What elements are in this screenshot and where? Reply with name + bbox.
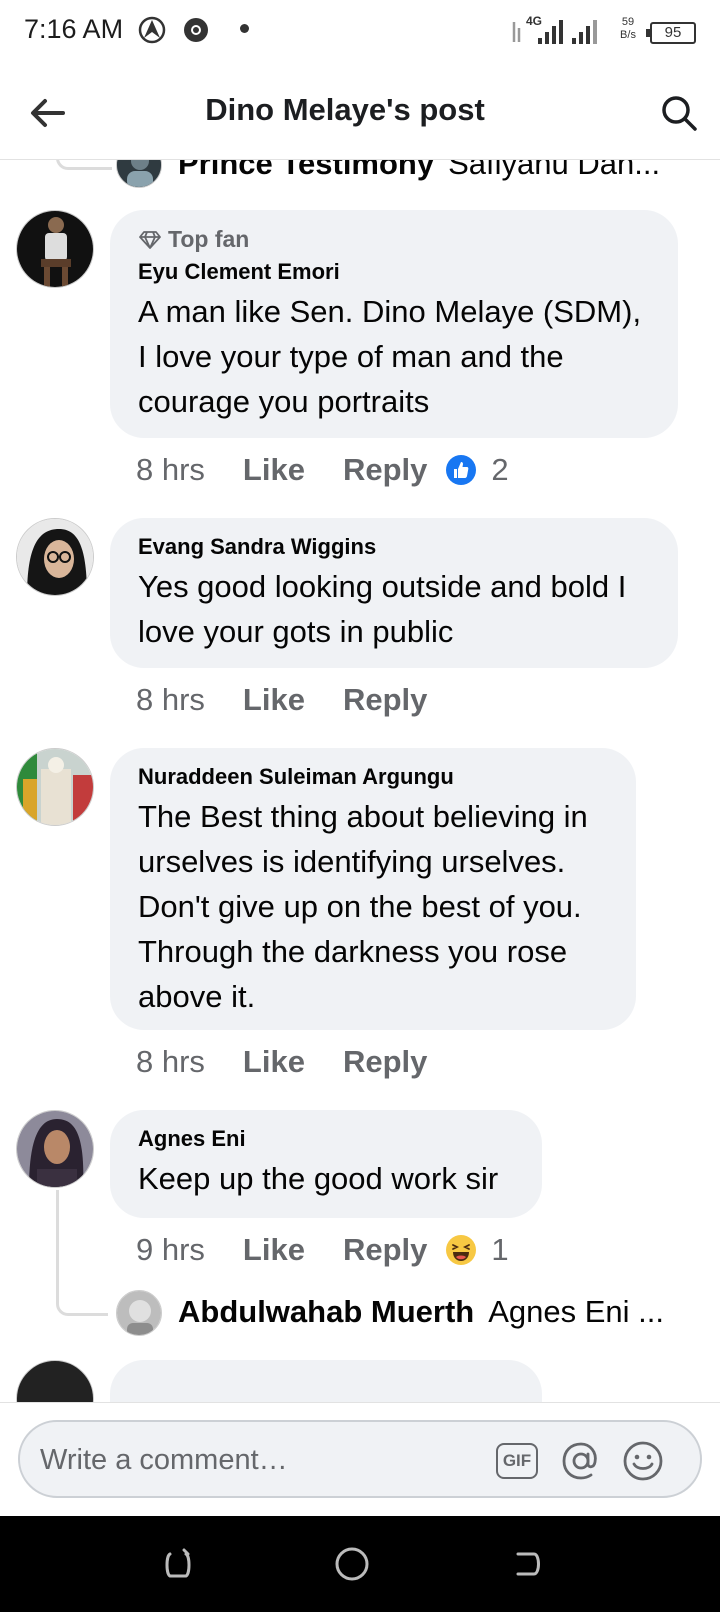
reply-preview[interactable]: Prince Testimony Safiyanu Dan... [178, 160, 660, 182]
comment-author[interactable]: Nuraddeen Suleiman Argungu [138, 764, 608, 790]
comment-text: Keep up the good work sir [138, 1161, 499, 1196]
emoji-button[interactable] [620, 1438, 666, 1484]
page-title: Dino Melaye's post [205, 92, 485, 127]
search-icon [662, 96, 697, 131]
thread-connector [56, 1190, 108, 1316]
comment-actions: 8 hrs Like Reply [136, 1044, 445, 1080]
comment-bubble[interactable]: Evang Sandra Wiggins Yes good looking ou… [110, 518, 678, 668]
top-app-bar: Dino Melaye's post [0, 66, 720, 160]
comment-placeholder: Write a comment… [40, 1444, 288, 1476]
comment-actions: 9 hrs Like Reply 1 [136, 1232, 509, 1268]
chrome-icon [182, 16, 210, 49]
comment-actions: 8 hrs Like Reply [136, 682, 445, 718]
comment-bubble[interactable]: Agnes Eni Keep up the good work sir [110, 1110, 542, 1218]
top-fan-badge: Top fan [138, 226, 650, 253]
back-nav-icon [516, 1552, 540, 1576]
comment-composer: Write a comment… GIF [0, 1402, 720, 1516]
avatar[interactable] [16, 1110, 94, 1188]
comment-bubble[interactable] [110, 1360, 542, 1402]
reply-button[interactable]: Reply [343, 1044, 427, 1080]
reply-button[interactable]: Reply [343, 452, 427, 488]
comment-author[interactable]: Eyu Clement Emori [138, 259, 650, 285]
like-button[interactable]: Like [243, 1044, 305, 1080]
mention-button[interactable] [558, 1438, 604, 1484]
comment-actions: 8 hrs Like Reply 2 [136, 452, 509, 488]
reply-preview[interactable]: Abdulwahab Muerth Agnes Eni ... [178, 1294, 664, 1330]
reaction-count[interactable]: 1 [491, 1232, 508, 1268]
diamond-icon [139, 230, 161, 249]
avatar[interactable] [116, 1290, 162, 1336]
comment-bubble[interactable]: Top fan Eyu Clement Emori A man like Sen… [110, 210, 678, 438]
reply-snippet: Agnes Eni ... [488, 1294, 664, 1329]
comment-time: 9 hrs [136, 1232, 205, 1267]
like-reaction-icon[interactable] [445, 454, 477, 486]
notification-app-icon [138, 16, 166, 49]
comment-text: The Best thing about believing in urselv… [138, 799, 588, 1014]
comment-bubble[interactable]: Nuraddeen Suleiman Argungu The Best thin… [110, 748, 636, 1030]
recent-apps-icon [165, 1548, 191, 1578]
like-button[interactable]: Like [243, 682, 305, 718]
haha-reaction-icon[interactable] [445, 1234, 477, 1266]
home-circle-icon [335, 1547, 369, 1581]
back-nav-button[interactable] [508, 1544, 548, 1584]
gif-button[interactable]: GIF [494, 1438, 540, 1484]
home-button[interactable] [332, 1544, 372, 1584]
status-time: 7:16 AM [24, 14, 124, 44]
network-speed: 59 B/s [620, 16, 636, 41]
avatar[interactable] [116, 160, 162, 188]
reply-author[interactable]: Abdulwahab Muerth [178, 1294, 474, 1330]
thread-connector [56, 160, 112, 170]
comment-text: A man like Sen. Dino Melaye (SDM), I lov… [138, 294, 642, 419]
status-bar: 7:16 AM 4G 59 B/s 95 [0, 0, 720, 66]
at-sign-icon [562, 1442, 597, 1480]
avatar[interactable] [16, 1360, 94, 1402]
battery-icon: 95 [646, 22, 696, 44]
system-navigation-bar [0, 1516, 720, 1612]
network-type: 4G [526, 14, 543, 28]
network-signal-icon: 4G [510, 14, 610, 48]
reply-button[interactable]: Reply [343, 1232, 427, 1268]
reply-author[interactable]: Prince Testimony [178, 160, 434, 182]
comment-time: 8 hrs [136, 452, 205, 487]
avatar[interactable] [16, 210, 94, 288]
notification-dot [240, 24, 249, 33]
comment-author[interactable]: Evang Sandra Wiggins [138, 534, 650, 560]
reaction-count[interactable]: 2 [491, 452, 508, 488]
battery-level: 95 [664, 24, 682, 41]
comment-input[interactable]: Write a comment… GIF [18, 1420, 702, 1498]
comments-feed[interactable]: Prince Testimony Safiyanu Dan... Top fan… [0, 160, 720, 1402]
avatar[interactable] [16, 748, 94, 826]
recent-apps-button[interactable] [158, 1544, 198, 1584]
reply-button[interactable]: Reply [343, 682, 427, 718]
like-button[interactable]: Like [243, 452, 305, 488]
comment-text: Yes good looking outside and bold I love… [138, 569, 627, 649]
smiley-icon [623, 1441, 663, 1481]
comment-author[interactable]: Agnes Eni [138, 1126, 514, 1152]
reply-snippet: Safiyanu Dan... [448, 160, 661, 181]
gif-icon: GIF [496, 1443, 538, 1479]
comment-time: 8 hrs [136, 1044, 205, 1079]
comment-time: 8 hrs [136, 682, 205, 717]
avatar[interactable] [16, 518, 94, 596]
like-button[interactable]: Like [243, 1232, 305, 1268]
search-button[interactable] [654, 88, 704, 138]
